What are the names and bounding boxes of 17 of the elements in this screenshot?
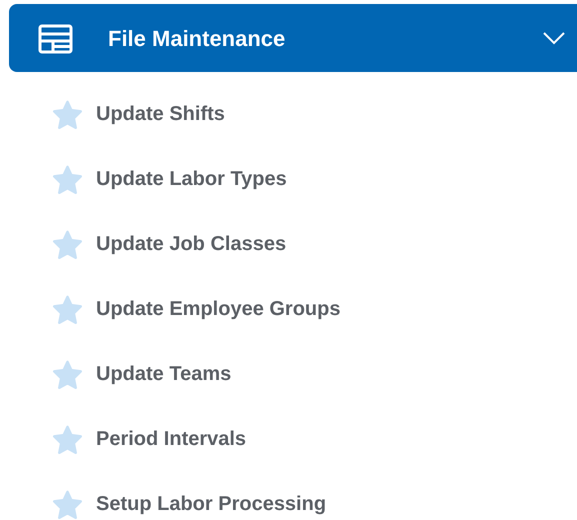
menu-header[interactable]: File Maintenance <box>9 4 577 72</box>
menu-item[interactable]: Update Employee Groups <box>96 294 340 324</box>
star-icon <box>52 230 83 258</box>
star-icon <box>52 490 83 518</box>
star-icon <box>52 294 83 324</box>
star-icon <box>52 164 83 194</box>
star-icon <box>52 360 83 388</box>
star-icon <box>52 424 83 454</box>
chevron-icon <box>542 31 566 45</box>
star-icon <box>52 100 83 128</box>
menu-item[interactable]: Period Intervals <box>96 424 246 454</box>
menu-item[interactable]: Update Labor Types <box>96 164 287 194</box>
calendar-icon <box>38 22 73 54</box>
menu-item[interactable]: Setup Labor Processing <box>96 489 326 519</box>
menu-item[interactable]: Update Teams <box>96 359 232 389</box>
menu-item[interactable]: Update Job Classes <box>96 229 286 259</box>
menu-item[interactable]: Update Shifts <box>96 99 225 129</box>
